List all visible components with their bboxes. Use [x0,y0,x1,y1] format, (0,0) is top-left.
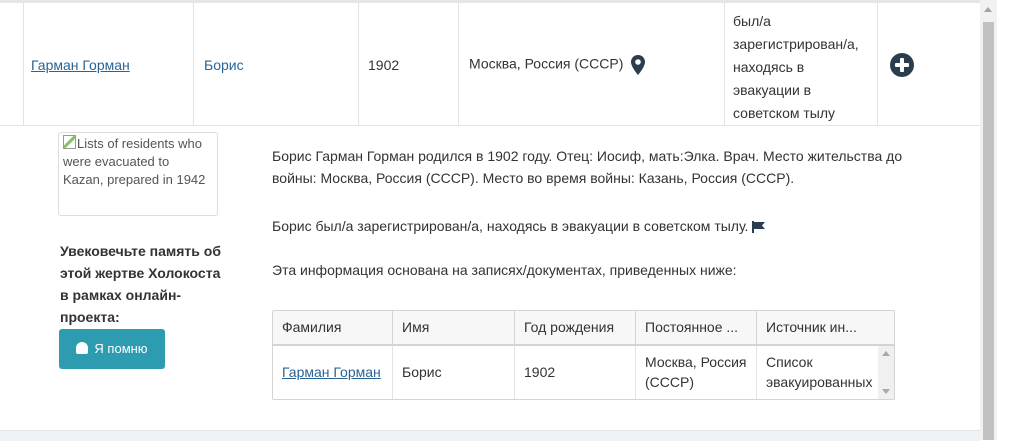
page-scroll-thumb[interactable] [983,22,994,440]
broken-image-icon [63,135,76,149]
source-surname-link[interactable]: Гарман Горман [282,364,381,380]
column-header-surname[interactable]: Фамилия [273,311,393,344]
map-marker-icon[interactable] [631,55,646,75]
column-header-birth-year[interactable]: Год рождения [515,311,636,344]
cell-source: Список эвакуированных [766,354,873,390]
cell-first-name: Борис [393,346,515,399]
cell-birth-year: 1902 [515,346,636,399]
sources-table: Фамилия Имя Год рождения Постоянное ... … [272,310,895,400]
column-divider [23,3,24,125]
memorial-prompt: Увековечьте память об этой жертве Холоко… [60,243,221,325]
surname-link[interactable]: Гарман Горман [31,57,130,73]
image-alt-text: Lists of residents who were evacuated to… [63,136,206,187]
document-image-placeholder[interactable]: Lists of residents who were evacuated to… [58,132,218,216]
description-paragraph: Борис Гарман Горман родился в 1902 году.… [272,148,903,186]
evacuation-text: Борис был/а зарегистрирован/а, находясь … [272,218,749,234]
scroll-down-arrow-icon[interactable] [882,389,890,394]
column-divider [358,3,359,125]
column-header-name[interactable]: Имя [393,311,515,344]
user-plus-icon [76,342,89,354]
column-divider [724,3,725,125]
column-divider [458,3,459,125]
cell-surname: Гарман Горман [273,346,393,399]
table-row: Гарман Горман Борис 1902 Москва, Россия … [0,3,980,126]
birth-year: 1902 [368,57,400,73]
scroll-up-arrow-icon[interactable] [882,351,890,356]
residence-text: Москва, Россия (СССР) [469,55,624,72]
first-name: Борис [204,57,244,73]
column-header-source[interactable]: Источник ин... [757,311,878,344]
column-divider [193,3,194,125]
i-remember-label: Я помню [94,341,148,356]
flag-icon[interactable] [752,221,766,234]
expand-plus-icon[interactable] [890,53,914,77]
page-scrollbar[interactable] [980,0,997,440]
residence: Москва, Россия (СССР) [469,55,646,75]
cell-residence: Москва, Россия (СССР) [636,346,757,399]
table-header: Фамилия Имя Год рождения Постоянное ... … [273,311,894,346]
i-remember-button[interactable]: Я помню [59,329,165,369]
source-note: Эта информация основана на записях/докум… [272,262,737,278]
next-table-row [0,430,980,441]
column-header-residence[interactable]: Постоянное ... [636,311,757,344]
table-scrollbar[interactable] [878,346,894,399]
evacuation-paragraph: Борис был/а зарегистрирован/а, находясь … [272,215,922,237]
page-scroll-up-arrow-icon[interactable] [984,7,992,12]
column-divider [877,3,878,125]
window-edge [997,0,1024,440]
status-text: был/а зарегистрирован/а, находясь в эвак… [733,13,859,121]
